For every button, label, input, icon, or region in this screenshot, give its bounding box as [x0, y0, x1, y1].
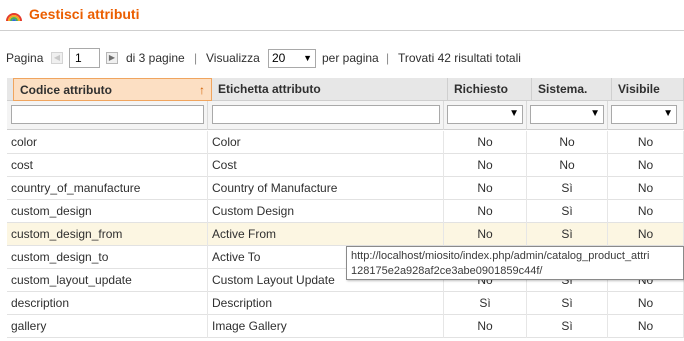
column-header-visible[interactable]: Visibile [612, 78, 684, 101]
cell-required: No [444, 131, 527, 154]
chevron-down-icon: ▼ [303, 53, 312, 63]
column-header-code[interactable]: Codice attributo ↑ [13, 78, 212, 101]
per-page-select[interactable]: 20 ▼ [268, 49, 316, 68]
table-row[interactable]: color Color No No No [7, 131, 684, 154]
cell-code: description [7, 292, 208, 315]
cell-required: No [444, 315, 527, 338]
page-title: Gestisci attributi [29, 6, 140, 22]
filter-code-input[interactable] [11, 105, 204, 124]
cell-visible: No [608, 177, 684, 200]
grid-header-row: Codice attributo ↑ Etichetta attributo R… [7, 78, 684, 101]
page-number-input[interactable]: 1 [69, 48, 100, 68]
cell-visible: No [608, 200, 684, 223]
filter-label-input[interactable] [212, 105, 440, 124]
table-row[interactable]: description Description Sì Sì No [7, 292, 684, 315]
cell-required: Sì [444, 292, 527, 315]
table-row[interactable]: cost Cost No No No [7, 154, 684, 177]
column-header-label: Codice attributo [20, 83, 112, 97]
filter-cell-required: ▼ [444, 101, 527, 130]
cell-system: No [527, 131, 608, 154]
cell-code: custom_layout_update [7, 269, 208, 292]
per-page-value: 20 [272, 51, 286, 65]
total-pages-label: di 3 pagine [126, 51, 185, 65]
filter-cell-code [7, 101, 208, 130]
cell-label: Description [208, 292, 444, 315]
page-label: Pagina [6, 51, 44, 65]
cell-system: Sì [527, 292, 608, 315]
cell-required: No [444, 200, 527, 223]
pager-separator: | [194, 51, 198, 65]
table-row[interactable]: custom_design Custom Design No Sì No [7, 200, 684, 223]
cell-code: gallery [7, 315, 208, 338]
column-header-required[interactable]: Richiesto [448, 78, 532, 101]
filter-system-select[interactable]: ▼ [530, 105, 604, 124]
filter-visible-select[interactable]: ▼ [611, 105, 677, 124]
table-row[interactable]: country_of_manufacture Country of Manufac… [7, 177, 684, 200]
filter-cell-visible: ▼ [608, 101, 684, 130]
column-header-label-col[interactable]: Etichetta attributo [212, 78, 448, 101]
cell-label: Cost [208, 154, 444, 177]
filter-required-select[interactable]: ▼ [447, 105, 523, 124]
cell-code: color [7, 131, 208, 154]
per-page-suffix: per pagina [322, 51, 379, 65]
cell-code: cost [7, 154, 208, 177]
sort-ascending-icon: ↑ [199, 83, 205, 97]
chevron-down-icon: ▼ [663, 108, 673, 119]
cell-system: Sì [527, 200, 608, 223]
view-label: Visualizza [206, 51, 260, 65]
cell-visible: No [608, 223, 684, 246]
cell-system: Sì [527, 223, 608, 246]
cell-label: Color [208, 131, 444, 154]
cell-system: Sì [527, 177, 608, 200]
cell-label: Active From [208, 223, 444, 246]
cell-system: Sì [527, 315, 608, 338]
cell-label: Country of Manufacture [208, 177, 444, 200]
prev-page-arrow-icon[interactable]: ◀ [51, 52, 63, 64]
tooltip-url-line-1: http://localhost/miosito/index.php/admin… [351, 250, 650, 262]
pager: Pagina ◀ 1 ▶ di 3 pagine | Visualizza 20… [0, 47, 684, 71]
cell-required: No [444, 154, 527, 177]
cell-system: No [527, 154, 608, 177]
cell-code: country_of_manufacture [7, 177, 208, 200]
filter-cell-label [208, 101, 444, 130]
rainbow-icon [6, 13, 22, 22]
grid-filter-row: ▼ ▼ ▼ [7, 101, 684, 130]
cell-code: custom_design_to [7, 246, 208, 269]
filter-cell-system: ▼ [527, 101, 608, 130]
cell-required: No [444, 177, 527, 200]
chevron-down-icon: ▼ [590, 108, 600, 119]
cell-label: Image Gallery [208, 315, 444, 338]
cell-visible: No [608, 292, 684, 315]
link-tooltip: http://localhost/miosito/index.php/admin… [346, 246, 684, 280]
cell-visible: No [608, 315, 684, 338]
page-header: Gestisci attributi [0, 0, 684, 31]
column-header-system[interactable]: Sistema. [532, 78, 612, 101]
table-row[interactable]: gallery Image Gallery No Sì No [7, 315, 684, 338]
pager-separator-2: | [386, 51, 390, 65]
cell-required: No [444, 223, 527, 246]
next-page-arrow-icon[interactable]: ▶ [106, 52, 118, 64]
cell-label: Custom Design [208, 200, 444, 223]
table-row[interactable]: custom_design_from Active From No Sì No [7, 223, 684, 246]
results-count: Trovati 42 risultati totali [398, 51, 521, 65]
chevron-down-icon: ▼ [509, 108, 519, 119]
tooltip-url-line-2: 128175e2a928af2ce3abe0901859c44f/ [351, 265, 543, 277]
cell-code: custom_design [7, 200, 208, 223]
cell-code: custom_design_from [7, 223, 208, 246]
cell-visible: No [608, 154, 684, 177]
cell-visible: No [608, 131, 684, 154]
